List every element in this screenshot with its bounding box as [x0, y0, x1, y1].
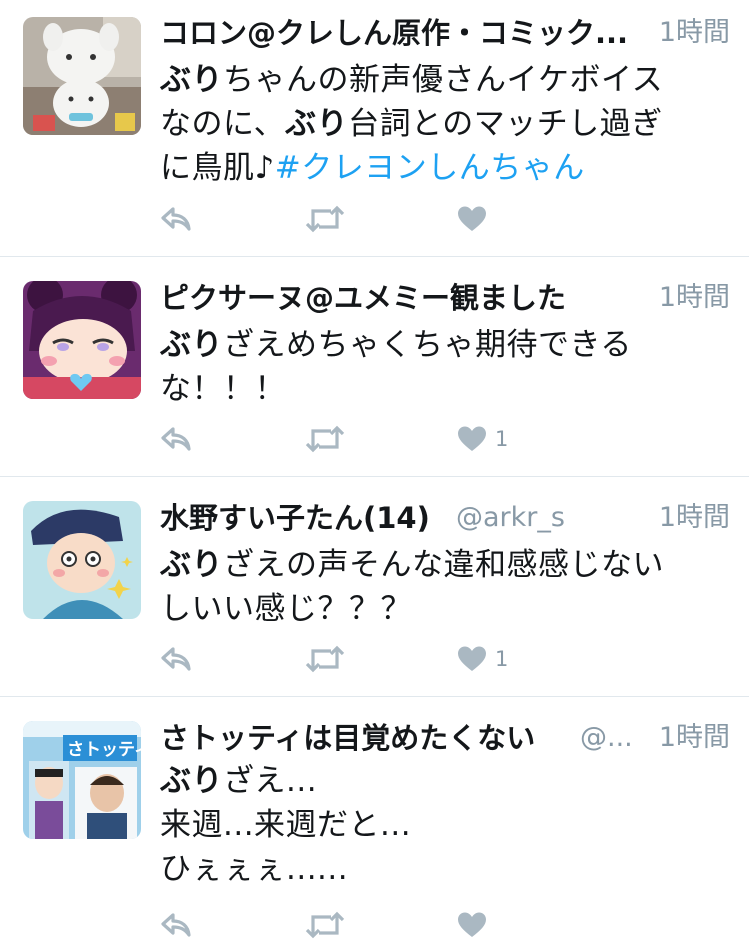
text-span: 台詞とのマッチし過ぎ — [348, 106, 663, 142]
purple-hair-character-avatar — [23, 281, 141, 399]
retweet-button[interactable] — [305, 905, 345, 945]
text-span: しいい感じ？？？ — [160, 591, 412, 627]
tweet-2[interactable]: ピクサーヌ@ユメミー観ました 1時間 ぶりざえめちゃくちゃ期待できる な！！！ — [0, 257, 749, 477]
tweet-header: さトッティは目覚めたくない @... 1時間 — [160, 717, 730, 759]
tweet-4[interactable]: さトッティ さトッティは目覚めたくない @... 1時間 ぶりざえ... 来週.… — [0, 697, 749, 947]
heart-icon — [458, 426, 486, 451]
display-name[interactable]: ピクサーヌ@ユメミー観ました — [160, 277, 630, 319]
text-span: に鳥肌♪ — [160, 150, 275, 186]
display-name[interactable]: 水野すい子たん(14) — [160, 497, 450, 539]
timestamp[interactable]: 1時間 — [659, 277, 730, 319]
tweet-line: ぶりざえの声そんな違和感感じない — [160, 543, 720, 587]
highlighted-word: ぶり — [160, 763, 223, 799]
avatar[interactable]: さトッティ — [23, 721, 141, 839]
reply-button[interactable] — [160, 639, 192, 679]
highlighted-word: ぶり — [160, 62, 223, 98]
retweet-button[interactable] — [305, 639, 345, 679]
highlighted-word: ぶり — [285, 106, 349, 142]
avatar-label: さトッティ — [67, 740, 141, 759]
reply-icon — [161, 427, 191, 451]
reply-button[interactable] — [160, 905, 192, 945]
tweet-text: ぶりざえの声そんな違和感感じない しいい感じ？？？ — [160, 543, 720, 631]
tweet-line: に鳥肌♪#クレヨンしんちゃん — [160, 146, 720, 190]
like-button[interactable]: 1 — [457, 639, 508, 679]
tweet-line: な！！！ — [160, 367, 720, 411]
tweet-actions: 1 — [160, 419, 520, 459]
tweet-actions: 1 — [160, 639, 520, 679]
text-span: 来週...来週だと... — [160, 807, 412, 843]
like-button[interactable] — [457, 199, 487, 239]
like-count: 1 — [495, 427, 509, 451]
tweet-line: しいい感じ？？？ — [160, 587, 720, 631]
retweet-icon — [305, 645, 345, 673]
highlighted-word: ぶり — [160, 547, 223, 583]
tweet-line: ぶりざえめちゃくちゃ期待できる — [160, 323, 720, 367]
tweet-text: ぶりざえめちゃくちゃ期待できる な！！！ — [160, 323, 720, 411]
heart-icon — [458, 206, 486, 231]
text-span: ざえの声そんな違和感感じない — [223, 547, 664, 583]
timestamp[interactable]: 1時間 — [659, 717, 730, 759]
reply-icon — [161, 207, 191, 231]
retweet-icon — [305, 911, 345, 939]
retweet-button[interactable] — [305, 419, 345, 459]
display-name[interactable]: コロン@クレしん原作・コミック... — [160, 12, 650, 54]
like-button[interactable] — [457, 905, 487, 945]
timestamp[interactable]: 1時間 — [659, 497, 730, 539]
display-name[interactable]: さトッティは目覚めたくない — [160, 717, 580, 759]
tweet-line: ぶりちゃんの新声優さんイケボイス — [160, 58, 720, 102]
handle[interactable]: @arkr_s — [456, 497, 606, 539]
tweet-1[interactable]: コロン@クレしん原作・コミック... 1時間 ぶりちゃんの新声優さんイケボイス … — [0, 0, 749, 257]
text-span: ざえめちゃくちゃ期待できる — [223, 327, 632, 363]
retweet-icon — [305, 425, 345, 453]
satotty-collage-avatar: さトッティ — [23, 721, 141, 839]
white-plush-toy-avatar — [23, 17, 141, 135]
handle[interactable]: @... — [580, 717, 636, 759]
tweet-line: なのに、ぶり台詞とのマッチし過ぎ — [160, 102, 720, 146]
tweet-line: ぶりざえ... — [160, 759, 720, 803]
reply-icon — [161, 647, 191, 671]
cartoon-character-avatar — [23, 501, 141, 619]
heart-icon — [458, 912, 486, 937]
avatar[interactable] — [23, 501, 141, 619]
reply-icon — [161, 913, 191, 937]
retweet-button[interactable] — [305, 199, 345, 239]
tweet-actions — [160, 905, 520, 945]
tweet-line: ひぇぇぇ...... — [160, 847, 720, 891]
text-span: なのに、 — [160, 106, 286, 142]
tweet-text: ぶりちゃんの新声優さんイケボイス なのに、ぶり台詞とのマッチし過ぎ に鳥肌♪#ク… — [160, 58, 720, 190]
retweet-icon — [305, 205, 345, 233]
tweet-header: 水野すい子たん(14) @arkr_s 1時間 — [160, 497, 730, 539]
timestamp[interactable]: 1時間 — [659, 12, 730, 54]
avatar[interactable] — [23, 17, 141, 135]
hashtag-link[interactable]: #クレヨンしんちゃん — [275, 150, 585, 186]
tweet-3[interactable]: 水野すい子たん(14) @arkr_s 1時間 ぶりざえの声そんな違和感感じない… — [0, 477, 749, 697]
like-button[interactable]: 1 — [457, 419, 508, 459]
avatar[interactable] — [23, 281, 141, 399]
tweet-actions — [160, 199, 520, 239]
tweet-line: 来週...来週だと... — [160, 803, 720, 847]
text-span: ひぇぇぇ...... — [160, 851, 349, 887]
tweet-header: ピクサーヌ@ユメミー観ました 1時間 — [160, 277, 730, 319]
reply-button[interactable] — [160, 419, 192, 459]
text-span: ちゃんの新声優さんイケボイス — [223, 62, 664, 98]
tweet-text: ぶりざえ... 来週...来週だと... ひぇぇぇ...... — [160, 759, 720, 891]
text-span: な！！！ — [160, 371, 286, 407]
highlighted-word: ぶり — [160, 327, 223, 363]
reply-button[interactable] — [160, 199, 192, 239]
heart-icon — [458, 646, 486, 671]
text-span: ざえ... — [223, 763, 318, 799]
like-count: 1 — [495, 647, 509, 671]
tweet-header: コロン@クレしん原作・コミック... 1時間 — [160, 12, 730, 54]
